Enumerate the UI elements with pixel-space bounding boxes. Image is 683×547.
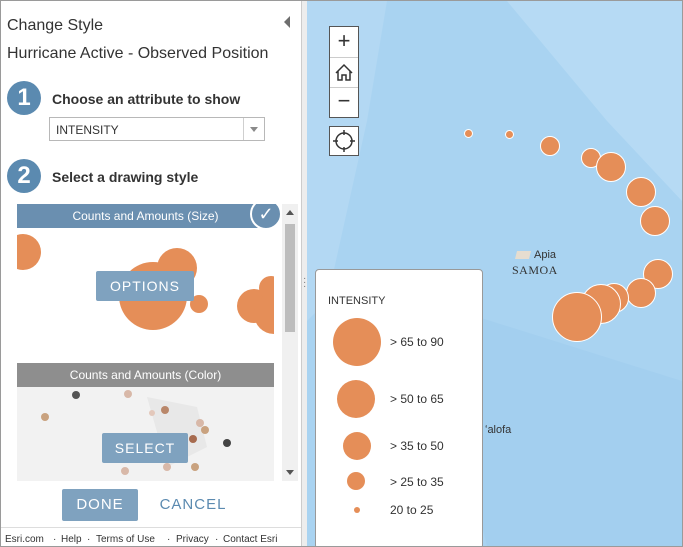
place-label-apia: Apia: [534, 249, 557, 261]
footer-link-contact[interactable]: Contact Esri: [223, 534, 277, 545]
style-list-scrollbar[interactable]: [282, 204, 298, 481]
style-card-size[interactable]: Counts and Amounts (Size) OPTIONS ✓: [17, 204, 282, 339]
collapse-arrow-icon[interactable]: [284, 16, 290, 28]
step-2-label: Select a drawing style: [52, 169, 199, 185]
footer-separator: ·: [53, 534, 57, 545]
zoom-in-button[interactable]: +: [330, 27, 358, 58]
legend-label: > 35 to 50: [390, 439, 444, 453]
locate-icon: [333, 130, 355, 152]
legend-symbol: [337, 380, 375, 418]
select-style-button[interactable]: SELECT: [102, 433, 188, 463]
style-card-preview: SELECT: [17, 387, 274, 481]
step-1-label: Choose an attribute to show: [52, 91, 241, 107]
map-marker[interactable]: [626, 278, 656, 308]
splitter-grip-icon: · · ·: [303, 273, 307, 292]
scroll-thumb[interactable]: [285, 224, 295, 332]
map-marker[interactable]: [640, 206, 670, 236]
scroll-down-icon[interactable]: [286, 470, 294, 475]
legend-title: INTENSITY: [328, 295, 386, 307]
step-1-badge: 1: [7, 81, 41, 115]
footer-link-terms[interactable]: Terms of Use: [96, 534, 155, 545]
place-label-nukualofa: ʻalofa: [485, 424, 512, 436]
legend-label: > 50 to 65: [390, 392, 444, 406]
locate-button[interactable]: [329, 126, 359, 156]
scroll-up-icon[interactable]: [286, 210, 294, 215]
footer-separator: ·: [215, 534, 219, 545]
cancel-button[interactable]: CANCEL: [151, 489, 235, 521]
style-card-preview: OPTIONS: [17, 228, 274, 339]
style-card-color[interactable]: Counts and Amounts (Color) SELECT: [17, 363, 274, 481]
map-marker[interactable]: [552, 292, 602, 342]
map-marker[interactable]: [540, 136, 560, 156]
chevron-down-icon[interactable]: [243, 118, 264, 140]
zoom-out-button[interactable]: −: [330, 87, 358, 117]
map-legend: INTENSITY > 65 to 90 > 50 to 65 > 35 to …: [315, 269, 483, 546]
place-label-samoa: SAMOA: [512, 263, 558, 277]
style-card-title: Counts and Amounts (Size): [17, 204, 274, 228]
legend-symbol: [354, 507, 360, 513]
footer-link-privacy[interactable]: Privacy: [176, 534, 209, 545]
layer-title: Hurricane Active - Observed Position: [7, 45, 269, 62]
home-icon: [335, 63, 353, 81]
legend-label: 20 to 25: [390, 503, 434, 517]
footer-link-help[interactable]: Help: [61, 534, 82, 545]
legend-label: > 65 to 90: [390, 335, 444, 349]
legend-symbol: [347, 472, 365, 490]
footer-separator: ·: [87, 534, 91, 545]
map-marker[interactable]: [505, 130, 514, 139]
home-button[interactable]: [330, 57, 358, 88]
attribute-select-value: INTENSITY: [56, 123, 119, 137]
map-marker[interactable]: [596, 152, 626, 182]
options-button[interactable]: OPTIONS: [96, 271, 194, 301]
check-icon: ✓: [250, 204, 282, 230]
map-marker[interactable]: [626, 177, 656, 207]
done-button[interactable]: DONE: [62, 489, 138, 521]
legend-symbol: [333, 318, 381, 366]
map-marker[interactable]: [464, 129, 473, 138]
legend-symbol: [343, 432, 371, 460]
footer-link-esri[interactable]: Esri.com: [5, 534, 44, 545]
footer-separator: ·: [167, 534, 171, 545]
attribute-select[interactable]: INTENSITY: [49, 117, 265, 141]
change-style-panel: Change Style Hurricane Active - Observed…: [1, 1, 301, 546]
style-card-title: Counts and Amounts (Color): [17, 363, 274, 387]
footer: Esri.com · Help · Terms of Use · Privacy…: [1, 527, 301, 546]
zoom-control: + −: [329, 26, 359, 118]
drawing-style-list: Counts and Amounts (Size) OPTIONS ✓ Coun…: [17, 204, 298, 481]
legend-label: > 25 to 35: [390, 475, 444, 489]
step-2-badge: 2: [7, 159, 41, 193]
panel-title: Change Style: [7, 17, 104, 34]
app-frame: Change Style Hurricane Active - Observed…: [0, 0, 683, 547]
